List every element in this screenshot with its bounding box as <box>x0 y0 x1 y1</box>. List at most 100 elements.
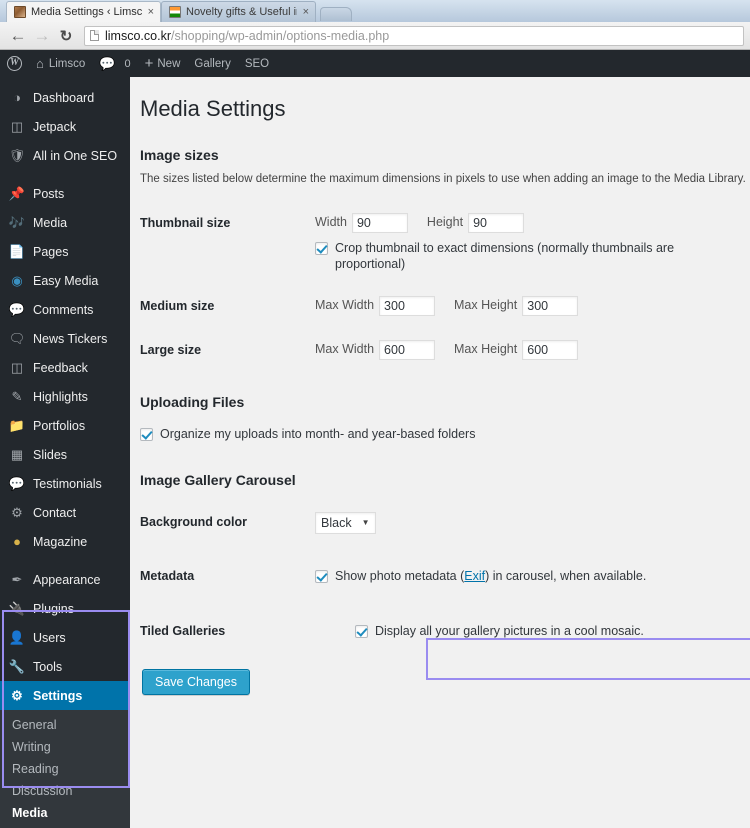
background-color-label: Background color <box>140 515 247 529</box>
gallery-menu[interactable]: Gallery <box>187 50 237 77</box>
tiled-galleries-label: Tiled Galleries <box>140 624 226 638</box>
back-icon[interactable]: ← <box>6 24 30 48</box>
plugins-plug-icon: 🔌 <box>8 600 26 616</box>
easy-media-icon: ◉ <box>11 272 23 288</box>
large-max-width-input[interactable] <box>379 340 436 360</box>
admin-wrapper: ◑ Dashboard ◫ Jetpack 🛡 All in One SEO 📌… <box>0 77 750 828</box>
thumbnail-width-input[interactable] <box>351 213 408 233</box>
metadata-row: Metadata Show photo metadata (Exif) in c… <box>140 546 745 598</box>
metadata-text-before: Show photo metadata ( <box>335 569 465 583</box>
settings-submenu: General Writing Reading Discussion Media… <box>0 710 130 828</box>
organize-uploads-checkbox-row[interactable]: Organize my uploads into month- and year… <box>140 426 750 442</box>
submenu-item-discussion[interactable]: Discussion <box>0 780 130 802</box>
sidebar-item-portfolios[interactable]: 📁 Portfolios <box>0 411 130 440</box>
sidebar-item-posts[interactable]: 📌 Posts <box>0 179 130 208</box>
metadata-field: Show photo metadata (Exif) in carousel, … <box>315 546 745 598</box>
metadata-checkbox[interactable] <box>315 570 328 583</box>
appearance-brush-icon: ✒ <box>11 571 23 587</box>
medium-max-height-input[interactable] <box>522 296 579 316</box>
sidebar-item-comments[interactable]: 💬 Comments <box>0 295 130 324</box>
sidebar-item-label: News Tickers <box>33 331 108 346</box>
sidebar-item-slides[interactable]: ▦ Slides <box>0 440 130 469</box>
sidebar-item-media[interactable]: 🎶 Media <box>0 208 130 237</box>
gallery-label: Gallery <box>194 57 231 70</box>
wordpress-logo-icon: W <box>7 56 22 71</box>
gear-icon: ⚙ <box>11 504 23 520</box>
media-icon: 🎶 <box>8 214 26 230</box>
sidebar-item-dashboard[interactable]: ◑ Dashboard <box>0 83 130 112</box>
sidebar-item-tools[interactable]: 🔧 Tools <box>0 652 130 681</box>
sidebar-item-contact[interactable]: ⚙ Contact <box>0 498 130 527</box>
organize-uploads-label: Organize my uploads into month- and year… <box>160 427 476 441</box>
address-bar[interactable]: limsco.co.kr/shopping/wp-admin/options-m… <box>84 25 744 46</box>
tiled-galleries-checkbox[interactable] <box>355 625 368 638</box>
sidebar-item-plugins[interactable]: 🔌 Plugins <box>0 594 130 623</box>
submenu-item-writing[interactable]: Writing <box>0 736 130 758</box>
sidebar-item-feedback[interactable]: ◫ Feedback <box>0 353 130 382</box>
large-max-height-label: Max Height <box>454 342 518 357</box>
close-icon[interactable]: × <box>303 6 309 18</box>
image-sizes-description: The sizes listed below determine the max… <box>140 173 746 185</box>
seo-menu[interactable]: SEO <box>238 50 276 77</box>
background-color-select[interactable]: Black ▼ <box>315 512 376 534</box>
submenu-item-permalinks[interactable]: Permalinks <box>0 824 130 828</box>
close-icon[interactable]: × <box>148 6 154 18</box>
crop-thumbnail-checkbox[interactable] <box>315 242 328 255</box>
sidebar-item-label: Highlights <box>33 389 88 404</box>
dashboard-icon: ◑ <box>13 89 21 105</box>
large-size-row: Large size Max Width Max Height <box>140 328 745 372</box>
menu-separator <box>0 170 130 179</box>
exif-link[interactable]: Exif <box>464 569 485 583</box>
sidebar-item-settings[interactable]: ⚙ Settings <box>0 681 138 710</box>
sidebar-item-news-tickers[interactable]: 🗨 News Tickers <box>0 324 130 353</box>
submenu-item-reading[interactable]: Reading <box>0 758 130 780</box>
reload-icon[interactable]: ↻ <box>54 24 78 48</box>
submenu-item-general[interactable]: General <box>0 714 130 736</box>
thumbnail-width-label: Width <box>315 215 347 230</box>
sidebar-item-label: Testimonials <box>33 476 102 491</box>
browser-omnibar: ← → ↻ limsco.co.kr/shopping/wp-admin/opt… <box>0 22 750 50</box>
sidebar-item-appearance[interactable]: ✒ Appearance <box>0 565 130 594</box>
medium-size-row: Medium size Max Width Max Height <box>140 284 745 328</box>
media-settings-form-table: Thumbnail size Width Height Crop thumbna… <box>140 201 745 372</box>
sidebar-item-highlights[interactable]: ✎ Highlights <box>0 382 130 411</box>
metadata-checkbox-row[interactable]: Show photo metadata (Exif) in carousel, … <box>315 568 745 584</box>
browser-tab-inactive[interactable]: Novelty gifts & Useful int × <box>161 1 316 22</box>
sidebar-item-label: Plugins <box>33 601 74 616</box>
sidebar-item-testimonials[interactable]: 💬 Testimonials <box>0 469 130 498</box>
metadata-checkbox-label: Show photo metadata (Exif) in carousel, … <box>335 568 646 584</box>
new-content-menu[interactable]: + New <box>138 50 188 77</box>
forward-icon[interactable]: → <box>30 24 54 48</box>
medium-max-width-input[interactable] <box>379 296 436 316</box>
sidebar-item-users[interactable]: 👤 Users <box>0 623 130 652</box>
background-color-field: Black ▼ <box>315 496 745 546</box>
comments-menu[interactable]: 💬 0 <box>92 50 137 77</box>
browser-tab-active[interactable]: Media Settings ‹ Limsco - × <box>6 1 161 22</box>
submenu-item-media[interactable]: Media <box>0 802 130 824</box>
browser-chrome: Media Settings ‹ Limsco - × Novelty gift… <box>0 0 750 50</box>
new-tab-button[interactable] <box>320 7 352 21</box>
url-text: limsco.co.kr/shopping/wp-admin/options-m… <box>105 29 389 43</box>
large-max-height-input[interactable] <box>522 340 579 360</box>
thumbnail-height-input[interactable] <box>468 213 525 233</box>
page-info-icon[interactable] <box>90 30 99 41</box>
save-changes-button[interactable]: Save Changes <box>142 669 251 695</box>
organize-uploads-checkbox[interactable] <box>140 428 153 441</box>
tiled-galleries-row: Tiled Galleries Display all your gallery… <box>140 598 745 653</box>
wp-logo-menu[interactable]: W <box>0 50 29 77</box>
comments-count: 0 <box>124 57 131 70</box>
crop-thumbnail-checkbox-row[interactable]: Crop thumbnail to exact dimensions (norm… <box>315 240 745 272</box>
sidebar-item-pages[interactable]: 📄 Pages <box>0 237 130 266</box>
pushpin-icon: 📌 <box>8 185 26 201</box>
wp-admin-bar: W ⌂ Limsco 💬 0 + New Gallery SEO <box>0 50 750 77</box>
sidebar-item-easy-media[interactable]: ◉ Easy Media <box>0 266 130 295</box>
thumbnail-size-label: Thumbnail size <box>140 216 231 230</box>
sidebar-item-jetpack[interactable]: ◫ Jetpack <box>0 112 130 141</box>
sidebar-item-all-in-one-seo[interactable]: 🛡 All in One SEO <box>0 141 130 170</box>
sidebar-item-label: Feedback <box>33 360 88 375</box>
site-name-menu[interactable]: ⌂ Limsco <box>29 50 92 77</box>
tiled-galleries-checkbox-row[interactable]: Display all your gallery pictures in a c… <box>355 623 745 639</box>
sidebar-item-label: Contact <box>33 505 77 520</box>
large-size-label: Large size <box>140 343 202 357</box>
sidebar-item-magazine[interactable]: ● Magazine <box>0 527 130 556</box>
